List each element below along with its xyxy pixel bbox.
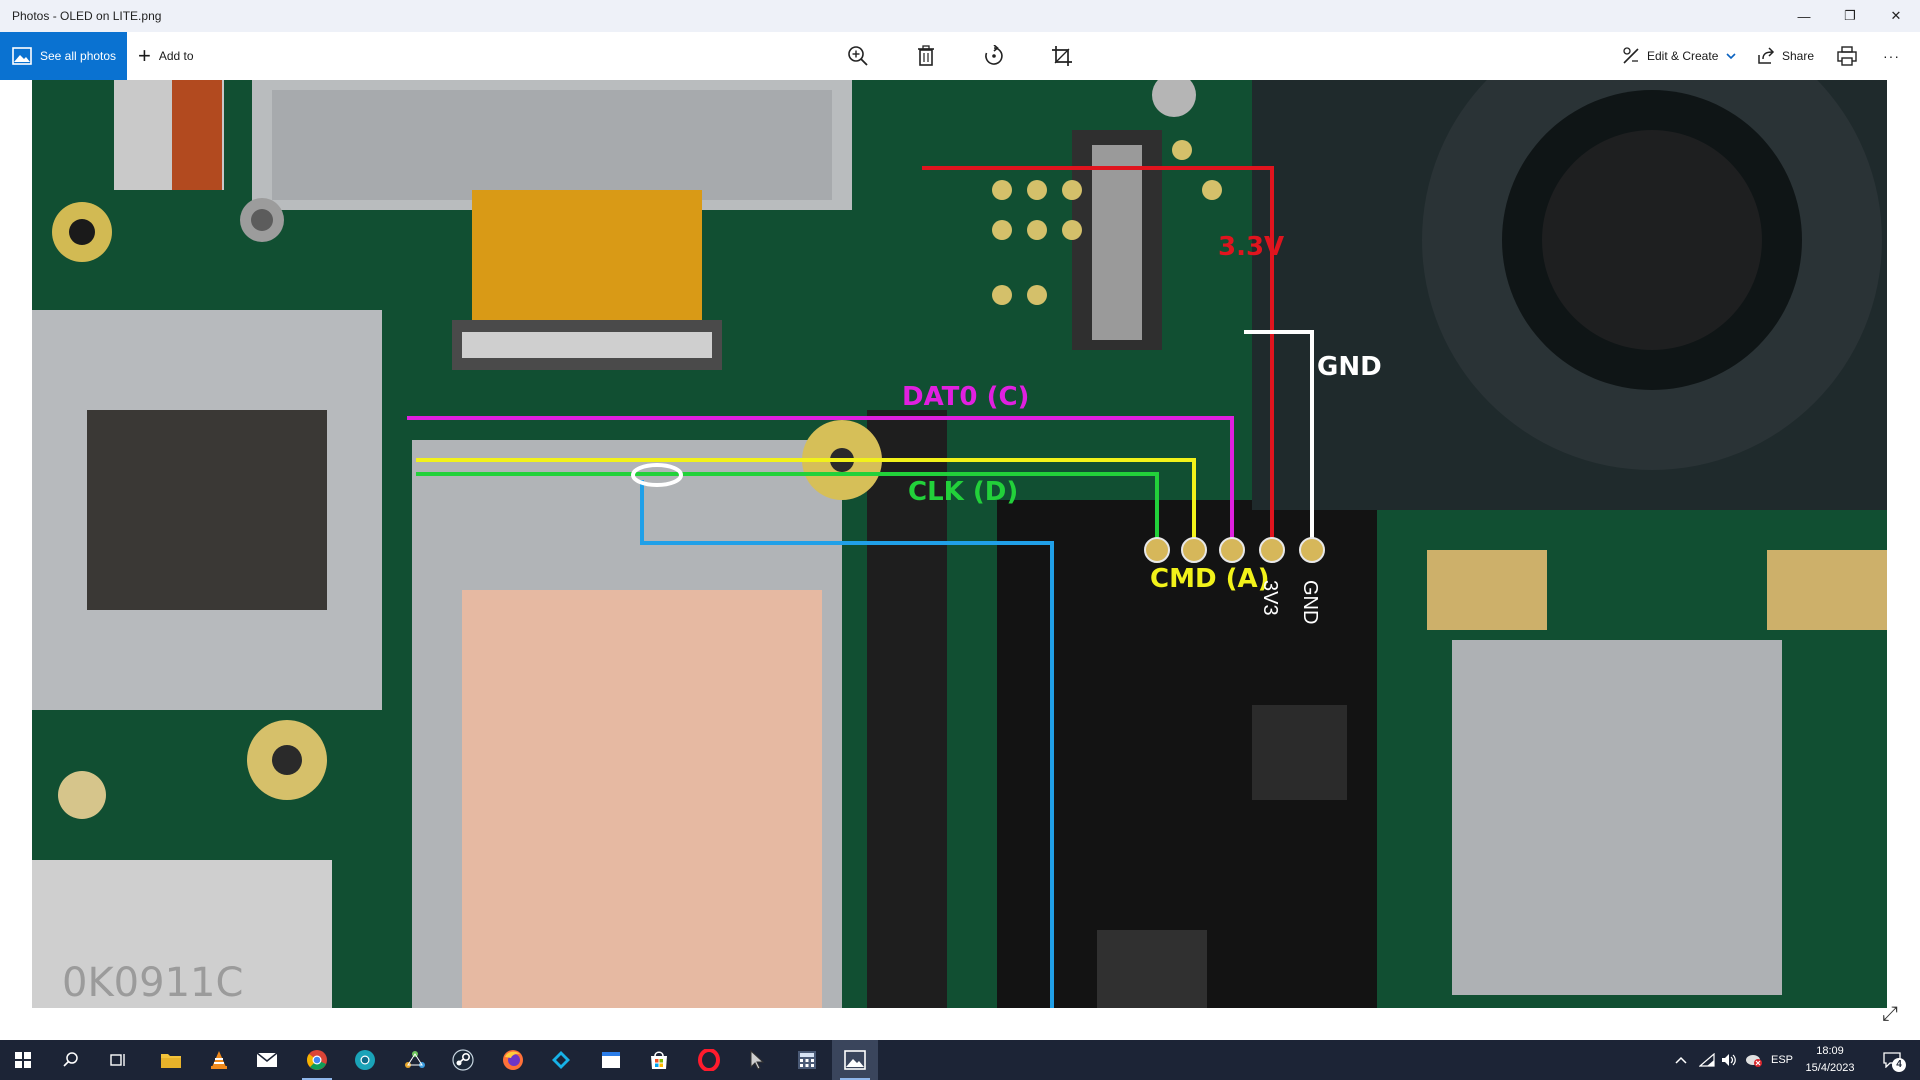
- title-bar: Photos - OLED on LITE.png — ❐ ✕: [0, 0, 1920, 32]
- task-view-button[interactable]: [96, 1040, 142, 1080]
- security-alert-icon: [1746, 1055, 1762, 1067]
- kodi-icon: [552, 1051, 570, 1069]
- plus-icon: +: [138, 43, 151, 68]
- taskbar-window-app[interactable]: [588, 1040, 634, 1080]
- taskbar-chrome-beta[interactable]: [342, 1040, 388, 1080]
- image-viewport: 3.3V GND DAT0 (C) CLK (D) CMD (A) 3V3 GN…: [0, 80, 1920, 1040]
- notification-count-badge: 4: [1892, 1058, 1906, 1072]
- more-icon: ···: [1883, 48, 1900, 64]
- chrome-icon: [307, 1050, 327, 1070]
- file-explorer-icon: [161, 1054, 181, 1068]
- chevron-down-icon: [1726, 53, 1736, 60]
- share-icon: [1758, 47, 1775, 64]
- toolbar: See all photos + Add to Edit & Create Sh…: [0, 32, 1920, 80]
- calculator-icon: [798, 1051, 816, 1069]
- clock-date: 15/4/2023: [1805, 1062, 1855, 1074]
- tray-overflow-button[interactable]: [1670, 1040, 1692, 1080]
- mail-icon: [256, 1052, 278, 1067]
- wifi-icon: [1699, 1053, 1715, 1067]
- taskbar-photos[interactable]: [832, 1040, 878, 1080]
- pcb-illustration: [32, 80, 1887, 1008]
- cursor-app-icon: [750, 1050, 765, 1070]
- photos-icon: [12, 47, 32, 65]
- rotate-button[interactable]: [980, 42, 1008, 70]
- zoom-in-icon: [848, 46, 868, 66]
- search-icon: [63, 1052, 78, 1067]
- close-button[interactable]: ✕: [1873, 0, 1919, 32]
- restore-button[interactable]: ❐: [1827, 0, 1873, 32]
- volume-icon: [1722, 1054, 1736, 1066]
- edit-create-icon: [1623, 47, 1639, 64]
- window-app-icon: [602, 1052, 620, 1068]
- delete-icon: [918, 45, 934, 66]
- see-all-photos-label: See all photos: [40, 49, 117, 63]
- tray-volume[interactable]: [1718, 1040, 1740, 1080]
- pcb-photo[interactable]: 3.3V GND DAT0 (C) CLK (D) CMD (A) 3V3 GN…: [32, 80, 1887, 1008]
- crop-icon: [1052, 46, 1072, 66]
- taskbar-calculator[interactable]: [784, 1040, 830, 1080]
- restore-icon: ❐: [1844, 8, 1856, 23]
- zoom-in-button[interactable]: [844, 42, 872, 70]
- add-to-label: Add to: [158, 49, 194, 63]
- taskbar-store[interactable]: [636, 1040, 682, 1080]
- crop-button[interactable]: [1048, 42, 1076, 70]
- taskbar-mail[interactable]: [244, 1040, 290, 1080]
- store-icon: [651, 1051, 667, 1069]
- pad-label-gnd: GND: [1299, 580, 1321, 625]
- rotate-icon: [985, 45, 1003, 65]
- taskbar-file-explorer[interactable]: [148, 1040, 194, 1080]
- close-icon: ✕: [1890, 8, 1902, 23]
- tray-security[interactable]: [1742, 1040, 1766, 1080]
- taskbar-cursor-app[interactable]: [734, 1040, 780, 1080]
- edit-create-button[interactable]: Edit & Create: [1622, 32, 1743, 80]
- label-cmd: CMD (A): [1150, 564, 1270, 594]
- edit-create-label: Edit & Create: [1647, 49, 1719, 63]
- expand-icon[interactable]: ⤢: [1882, 1003, 1898, 1026]
- add-to-button[interactable]: + Add to: [138, 32, 194, 80]
- taskbar-network-app[interactable]: [392, 1040, 438, 1080]
- taskbar-clock[interactable]: 18:09 15/4/2023: [1790, 1040, 1870, 1080]
- chip-marking: 0K0911C: [62, 960, 244, 1006]
- share-label: Share: [1782, 49, 1815, 63]
- taskbar-firefox[interactable]: [490, 1040, 536, 1080]
- more-button[interactable]: ···: [1883, 32, 1900, 80]
- label-gnd: GND: [1317, 352, 1382, 382]
- chrome-beta-icon: [355, 1050, 375, 1070]
- photos-taskbar-icon: [844, 1050, 866, 1070]
- notifications-button[interactable]: 4: [1874, 1040, 1910, 1080]
- taskbar-steam[interactable]: [440, 1040, 486, 1080]
- share-button[interactable]: Share: [1757, 32, 1814, 80]
- taskbar-vlc[interactable]: [196, 1040, 242, 1080]
- taskbar-opera[interactable]: [686, 1040, 732, 1080]
- windows-icon: [15, 1052, 31, 1068]
- steam-icon: [452, 1049, 474, 1071]
- chevron-up-icon: [1675, 1056, 1687, 1064]
- start-button[interactable]: [0, 1040, 46, 1080]
- window-title: Photos - OLED on LITE.png: [12, 9, 162, 23]
- network-app-icon: [405, 1051, 425, 1068]
- minimize-icon: —: [1797, 8, 1811, 24]
- tray-network[interactable]: [1696, 1040, 1718, 1080]
- delete-button[interactable]: [912, 42, 940, 70]
- label-clk: CLK (D): [908, 477, 1019, 507]
- taskbar-kodi[interactable]: [538, 1040, 584, 1080]
- vlc-icon: [211, 1051, 227, 1069]
- taskbar-chrome[interactable]: [294, 1040, 340, 1080]
- print-icon: [1837, 46, 1857, 66]
- label-3v3: 3.3V: [1218, 232, 1285, 262]
- opera-icon: [698, 1049, 720, 1071]
- task-view-icon: [110, 1054, 125, 1066]
- taskbar: ESP 18:09 15/4/2023 4: [0, 1040, 1920, 1080]
- firefox-icon: [503, 1050, 523, 1070]
- clock-time: 18:09: [1816, 1045, 1844, 1057]
- minimize-button[interactable]: —: [1781, 0, 1827, 32]
- taskbar-search-button[interactable]: [48, 1040, 94, 1080]
- see-all-photos-button[interactable]: See all photos: [0, 32, 127, 80]
- pad-label-3v3: 3V3: [1259, 580, 1281, 616]
- label-dat0: DAT0 (C): [902, 382, 1030, 412]
- print-button[interactable]: [1833, 42, 1861, 70]
